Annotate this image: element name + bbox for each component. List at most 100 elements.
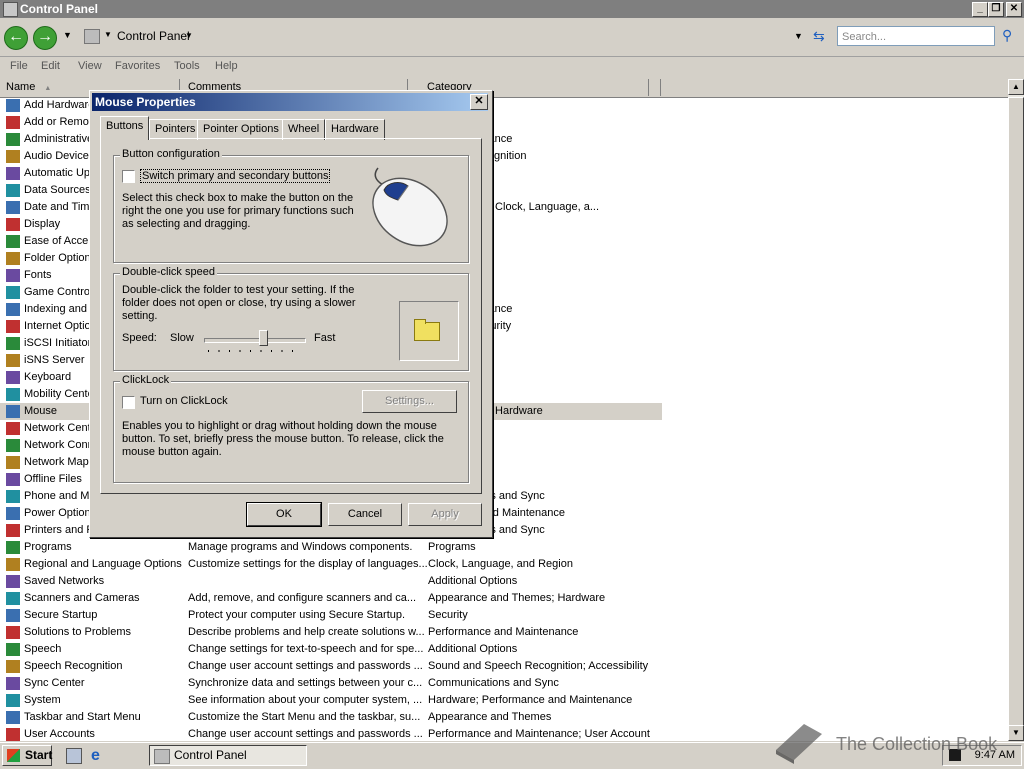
control-panel-item-icon <box>6 303 20 316</box>
item-name: iSCSI Initiator <box>24 337 92 349</box>
list-item[interactable]: System See information about your compute… <box>0 692 1008 709</box>
control-panel-item-icon <box>6 184 20 197</box>
scroll-thumb[interactable] <box>1008 97 1024 737</box>
control-panel-item-icon <box>6 388 20 401</box>
item-name: Taskbar and Start Menu <box>24 711 141 723</box>
folder-icon <box>84 29 100 44</box>
list-item[interactable]: Secure Startup Protect your computer usin… <box>0 607 1008 624</box>
search-input[interactable]: Search... <box>837 26 995 46</box>
breadcrumb-dropdown-icon[interactable]: ▼ <box>185 31 193 40</box>
switch-buttons-checkbox[interactable] <box>122 170 135 183</box>
quick-launch-explorer-icon[interactable] <box>66 748 82 764</box>
clicklock-description: Enables you to highlight or drag without… <box>122 420 444 458</box>
refresh-icon[interactable]: ⇆ <box>813 28 825 45</box>
test-folder-icon[interactable] <box>414 322 440 341</box>
item-category: Performance and Maintenance <box>428 626 579 638</box>
item-category: Additional Options <box>428 575 518 587</box>
menu-tools[interactable]: Tools <box>174 60 200 72</box>
menu-favorites[interactable]: Favorites <box>115 60 160 72</box>
list-item[interactable]: Speech Recognition Change user account se… <box>0 658 1008 675</box>
windows-logo-icon <box>7 749 20 762</box>
menu-help[interactable]: Help <box>215 60 238 72</box>
apply-button[interactable]: Apply <box>408 503 482 526</box>
tab-buttons[interactable]: Buttons <box>100 116 150 140</box>
tab-pointers[interactable]: Pointers <box>149 119 202 140</box>
control-panel-item-icon <box>6 286 20 299</box>
item-comments: Describe problems and help create soluti… <box>188 626 425 638</box>
item-name: Network Map <box>24 456 89 468</box>
scroll-up-arrow-icon[interactable]: ▲ <box>1008 79 1024 95</box>
list-item[interactable]: Sync Center Synchronize data and settings… <box>0 675 1008 692</box>
quick-launch-ie-icon[interactable]: e <box>91 747 100 765</box>
back-button[interactable]: ← <box>4 26 28 50</box>
search-icon[interactable]: ⚲ <box>1002 27 1012 44</box>
button-configuration-title: Button configuration <box>120 148 222 160</box>
list-item[interactable]: Speech Change settings for text-to-speech… <box>0 641 1008 658</box>
close-button[interactable]: ✕ <box>1006 2 1022 17</box>
item-comments: Change user account settings and passwor… <box>188 660 423 672</box>
double-click-speed-slider[interactable] <box>204 330 306 356</box>
list-item[interactable]: Programs Manage programs and Windows comp… <box>0 539 1008 556</box>
menu-edit[interactable]: Edit <box>41 60 60 72</box>
item-name: Fonts <box>24 269 52 281</box>
clicklock-settings-button[interactable]: Settings... <box>362 390 457 413</box>
minimize-button[interactable]: _ <box>972 2 988 17</box>
control-panel-item-icon <box>6 541 20 554</box>
control-panel-item-icon <box>6 337 20 350</box>
slider-thumb[interactable] <box>259 330 268 346</box>
start-button[interactable]: Start <box>2 745 52 766</box>
dialog-close-button[interactable]: ✕ <box>470 94 488 110</box>
forward-button[interactable]: → <box>33 26 57 50</box>
buttons-tab-panel: Button configuration Switch primary and … <box>100 138 482 494</box>
item-name: Mouse <box>24 405 58 417</box>
taskbar-item-control-panel[interactable]: Control Panel <box>149 745 307 766</box>
control-panel-item-icon <box>6 167 20 180</box>
item-name: Network Conn <box>24 439 94 451</box>
test-area[interactable] <box>399 301 459 361</box>
control-panel-item-icon <box>6 150 20 163</box>
list-item[interactable]: Saved Networks Additional Options <box>0 573 1008 590</box>
slow-label: Slow <box>170 332 194 344</box>
ok-button[interactable]: OK <box>246 502 322 527</box>
item-name: Folder Option <box>24 252 91 264</box>
clicklock-label[interactable]: Turn on ClickLock <box>140 395 228 407</box>
tab-pointer-options[interactable]: Pointer Options <box>197 119 285 140</box>
item-name: Mobility Cente <box>24 388 94 400</box>
breadcrumb-chevron-icon[interactable]: ▼ <box>104 30 112 39</box>
button-config-description: Select this check box to make the button… <box>122 192 354 230</box>
menu-file[interactable]: File <box>10 60 28 72</box>
item-comments: Change user account settings and passwor… <box>188 728 423 740</box>
button-configuration-group: Button configuration Switch primary and … <box>113 148 469 263</box>
clicklock-group: ClickLock Turn on ClickLock Settings... … <box>113 374 469 483</box>
restore-button[interactable]: ❐ <box>988 2 1004 17</box>
tab-wheel[interactable]: Wheel <box>282 119 326 140</box>
control-panel-item-icon <box>6 371 20 384</box>
list-item[interactable]: Scanners and Cameras Add, remove, and con… <box>0 590 1008 607</box>
control-panel-item-icon <box>6 575 20 588</box>
switch-buttons-label[interactable]: Switch primary and secondary buttons <box>140 169 331 183</box>
item-name: Indexing and <box>24 303 87 315</box>
list-item[interactable]: Regional and Language Options Customize s… <box>0 556 1008 573</box>
control-panel-item-icon <box>6 133 20 146</box>
clicklock-checkbox[interactable] <box>122 396 135 409</box>
dialog-title: Mouse Properties <box>92 93 488 111</box>
control-panel-item-icon <box>6 694 20 707</box>
item-name: Automatic Up <box>24 167 91 179</box>
tab-hardware[interactable]: Hardware <box>325 119 385 140</box>
window-titlebar: Control Panel _ ❐ ✕ <box>0 0 1024 18</box>
item-comments: Synchronize data and settings between yo… <box>188 677 423 689</box>
control-panel-item-icon <box>6 643 20 656</box>
address-dropdown-icon[interactable]: ▼ <box>794 31 803 41</box>
column-header-extra[interactable] <box>649 79 661 96</box>
cancel-button[interactable]: Cancel <box>328 503 402 526</box>
vertical-scrollbar[interactable]: ▲ ▼ <box>1008 79 1024 741</box>
address-bar[interactable]: ▼ Control Panel ▼ ▼ <box>82 26 808 46</box>
menu-view[interactable]: View <box>78 60 102 72</box>
list-item[interactable]: Solutions to Problems Describe problems a… <box>0 624 1008 641</box>
breadcrumb-control-panel[interactable]: Control Panel <box>117 29 190 43</box>
double-click-speed-title: Double-click speed <box>120 266 217 278</box>
control-panel-item-icon <box>6 660 20 673</box>
recent-pages-dropdown-icon[interactable]: ▼ <box>63 30 72 40</box>
watermark-text: The Collection Book <box>836 734 998 754</box>
item-category: Appearance and Themes <box>428 711 552 723</box>
